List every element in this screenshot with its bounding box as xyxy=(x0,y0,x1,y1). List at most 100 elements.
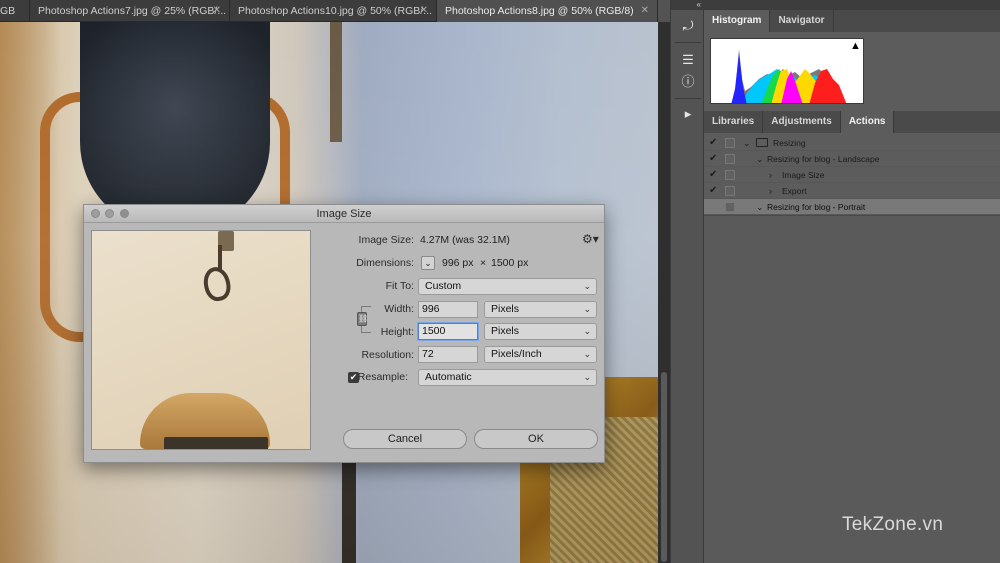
panel-icon-strip: « ⤾ ☰ ⓘ ▸ xyxy=(670,0,705,563)
zoom-window-button[interactable] xyxy=(120,209,129,218)
document-tab-bar: GB Photoshop Actions7.jpg @ 25% (RGB/...… xyxy=(0,0,658,22)
histogram-graph xyxy=(710,38,864,104)
histogram-tabs: Histogram Navigator xyxy=(704,10,1000,32)
tab-libraries[interactable]: Libraries xyxy=(704,111,764,133)
tab-adjustments[interactable]: Adjustments xyxy=(763,111,841,133)
histogram-chart xyxy=(711,39,863,103)
resolution-unit-select[interactable]: Pixels/Inch ⌄ xyxy=(484,346,597,363)
check-icon[interactable]: ✔ xyxy=(709,151,721,167)
image-size-label: Image Size: xyxy=(358,234,414,246)
check-icon[interactable]: ✔ xyxy=(709,167,721,183)
tab-navigator[interactable]: Navigator xyxy=(770,10,834,32)
dimensions-label: Dimensions: xyxy=(356,257,414,269)
chevron-right-icon[interactable]: › xyxy=(769,167,772,183)
chevron-right-icon[interactable]: › xyxy=(769,183,772,199)
ok-button[interactable]: OK xyxy=(474,429,598,449)
document-tab-0[interactable]: GB xyxy=(0,0,30,22)
history-icon[interactable]: ⤾ xyxy=(677,16,699,36)
height-label: Height: xyxy=(380,326,414,338)
actions-tabs: Libraries Adjustments Actions xyxy=(704,111,1000,133)
close-window-button[interactable] xyxy=(91,209,100,218)
scrollbar-thumb[interactable] xyxy=(661,372,667,562)
resample-select[interactable]: Automatic ⌄ xyxy=(418,369,597,386)
tab-histogram[interactable]: Histogram xyxy=(704,10,771,32)
fit-to-select[interactable]: Custom ⌄ xyxy=(418,278,597,295)
actions-list: ✔ ⌄ Resizing ✔ ⌄ Resizing for blog - Lan… xyxy=(704,135,1000,215)
check-icon[interactable]: ✔ xyxy=(709,183,721,199)
dialog-titlebar[interactable]: Image Size xyxy=(84,205,604,223)
check-icon[interactable]: ✔ xyxy=(709,135,721,151)
panel-top-bar xyxy=(704,0,1000,10)
chevron-down-icon[interactable]: ⌄ xyxy=(756,199,764,215)
image-size-value: 4.27M (was 32.1M) xyxy=(420,234,510,246)
preview-hook-ring xyxy=(200,264,234,304)
chevron-down-icon[interactable]: ⌄ xyxy=(421,256,435,270)
action-label: Resizing for blog - Portrait xyxy=(767,202,866,212)
tab-label: Photoshop Actions8.jpg @ 50% (RGB/8) xyxy=(445,5,634,17)
action-label: Image Size xyxy=(782,170,825,180)
chevron-down-icon[interactable]: ⌄ xyxy=(756,151,764,167)
width-input[interactable]: 996 xyxy=(418,301,478,318)
dialog-title: Image Size xyxy=(316,208,372,220)
image-size-dialog: Image Size Image Size: 4.27M (was 32.1M)… xyxy=(83,204,605,463)
cache-warning-icon[interactable]: ▲ xyxy=(850,40,862,52)
close-icon[interactable]: ✕ xyxy=(420,0,428,22)
minimize-window-button[interactable] xyxy=(105,209,114,218)
width-unit-select[interactable]: Pixels ⌄ xyxy=(484,301,597,318)
action-portrait[interactable]: ⌄ Resizing for blog - Portrait xyxy=(704,199,1000,215)
action-landscape[interactable]: ✔ ⌄ Resizing for blog - Landscape xyxy=(704,151,1000,167)
tab-label: GB xyxy=(0,5,16,17)
chevron-down-icon: ⌄ xyxy=(583,372,591,382)
action-step-export[interactable]: ✔ › Export xyxy=(704,183,1000,199)
chevron-down-icon: ⌄ xyxy=(583,281,591,291)
tab-label: Photoshop Actions10.jpg @ 50% (RGB/... xyxy=(238,5,432,17)
dialog-toggle[interactable] xyxy=(725,202,735,212)
divider xyxy=(675,98,701,99)
info-icon[interactable]: ⓘ xyxy=(677,72,699,92)
image-preview[interactable] xyxy=(91,230,311,450)
properties-sliders-icon[interactable]: ☰ xyxy=(677,50,699,70)
document-tab-2[interactable]: Photoshop Actions10.jpg @ 50% (RGB/... ✕ xyxy=(230,0,437,22)
dialog-toggle[interactable] xyxy=(725,170,735,180)
resolution-input[interactable]: 72 xyxy=(418,346,478,363)
collapse-panels-icon[interactable]: « xyxy=(671,0,705,10)
resolution-label: Resolution: xyxy=(361,349,414,361)
actions-panel-icon[interactable]: ▸ xyxy=(677,104,699,124)
fit-to-value: Custom xyxy=(425,280,462,292)
close-icon[interactable]: ✕ xyxy=(213,0,221,22)
tab-label: Photoshop Actions7.jpg @ 25% (RGB/... xyxy=(38,5,227,17)
action-label: Resizing xyxy=(773,138,806,148)
tab-actions[interactable]: Actions xyxy=(840,111,895,133)
action-label: Export xyxy=(782,186,807,196)
canvas-scrollbar[interactable] xyxy=(658,22,670,563)
action-set-resizing[interactable]: ✔ ⌄ Resizing xyxy=(704,135,1000,151)
dimensions-width: 996 px xyxy=(442,257,474,269)
width-unit-value: Pixels xyxy=(491,303,520,315)
resample-label: Resample: xyxy=(357,371,408,383)
height-unit-value: Pixels xyxy=(491,325,520,337)
right-panel-dock: Histogram Navigator ▲ Libraries Adjustme… xyxy=(704,0,1000,563)
divider xyxy=(675,42,701,43)
resolution-unit-value: Pixels/Inch xyxy=(491,348,542,360)
chevron-down-icon: ⌄ xyxy=(583,326,591,336)
action-step-image-size[interactable]: ✔ › Image Size xyxy=(704,167,1000,183)
dimensions-height: 1500 px xyxy=(491,257,529,269)
preview-wood-base xyxy=(164,437,268,449)
actions-empty-area xyxy=(704,215,1000,563)
action-label: Resizing for blog - Landscape xyxy=(767,154,880,164)
dialog-toggle[interactable] xyxy=(725,138,735,148)
dialog-toggle[interactable] xyxy=(725,186,735,196)
height-input[interactable]: 1500 xyxy=(418,323,478,340)
cancel-button[interactable]: Cancel xyxy=(343,429,467,449)
fit-to-label: Fit To: xyxy=(385,280,414,292)
watermark: TekZone.vn xyxy=(842,514,944,535)
chevron-down-icon[interactable]: ⌄ xyxy=(743,135,751,151)
dialog-toggle[interactable] xyxy=(725,154,735,164)
close-icon[interactable]: ✕ xyxy=(641,0,649,22)
document-tab-active[interactable]: Photoshop Actions8.jpg @ 50% (RGB/8) ✕ xyxy=(437,0,658,22)
document-tab-1[interactable]: Photoshop Actions7.jpg @ 25% (RGB/... ✕ xyxy=(30,0,230,22)
height-unit-select[interactable]: Pixels ⌄ xyxy=(484,323,597,340)
resample-value: Automatic xyxy=(425,371,472,383)
gear-icon[interactable]: ⚙▾ xyxy=(582,232,599,246)
chevron-down-icon: ⌄ xyxy=(583,304,591,314)
